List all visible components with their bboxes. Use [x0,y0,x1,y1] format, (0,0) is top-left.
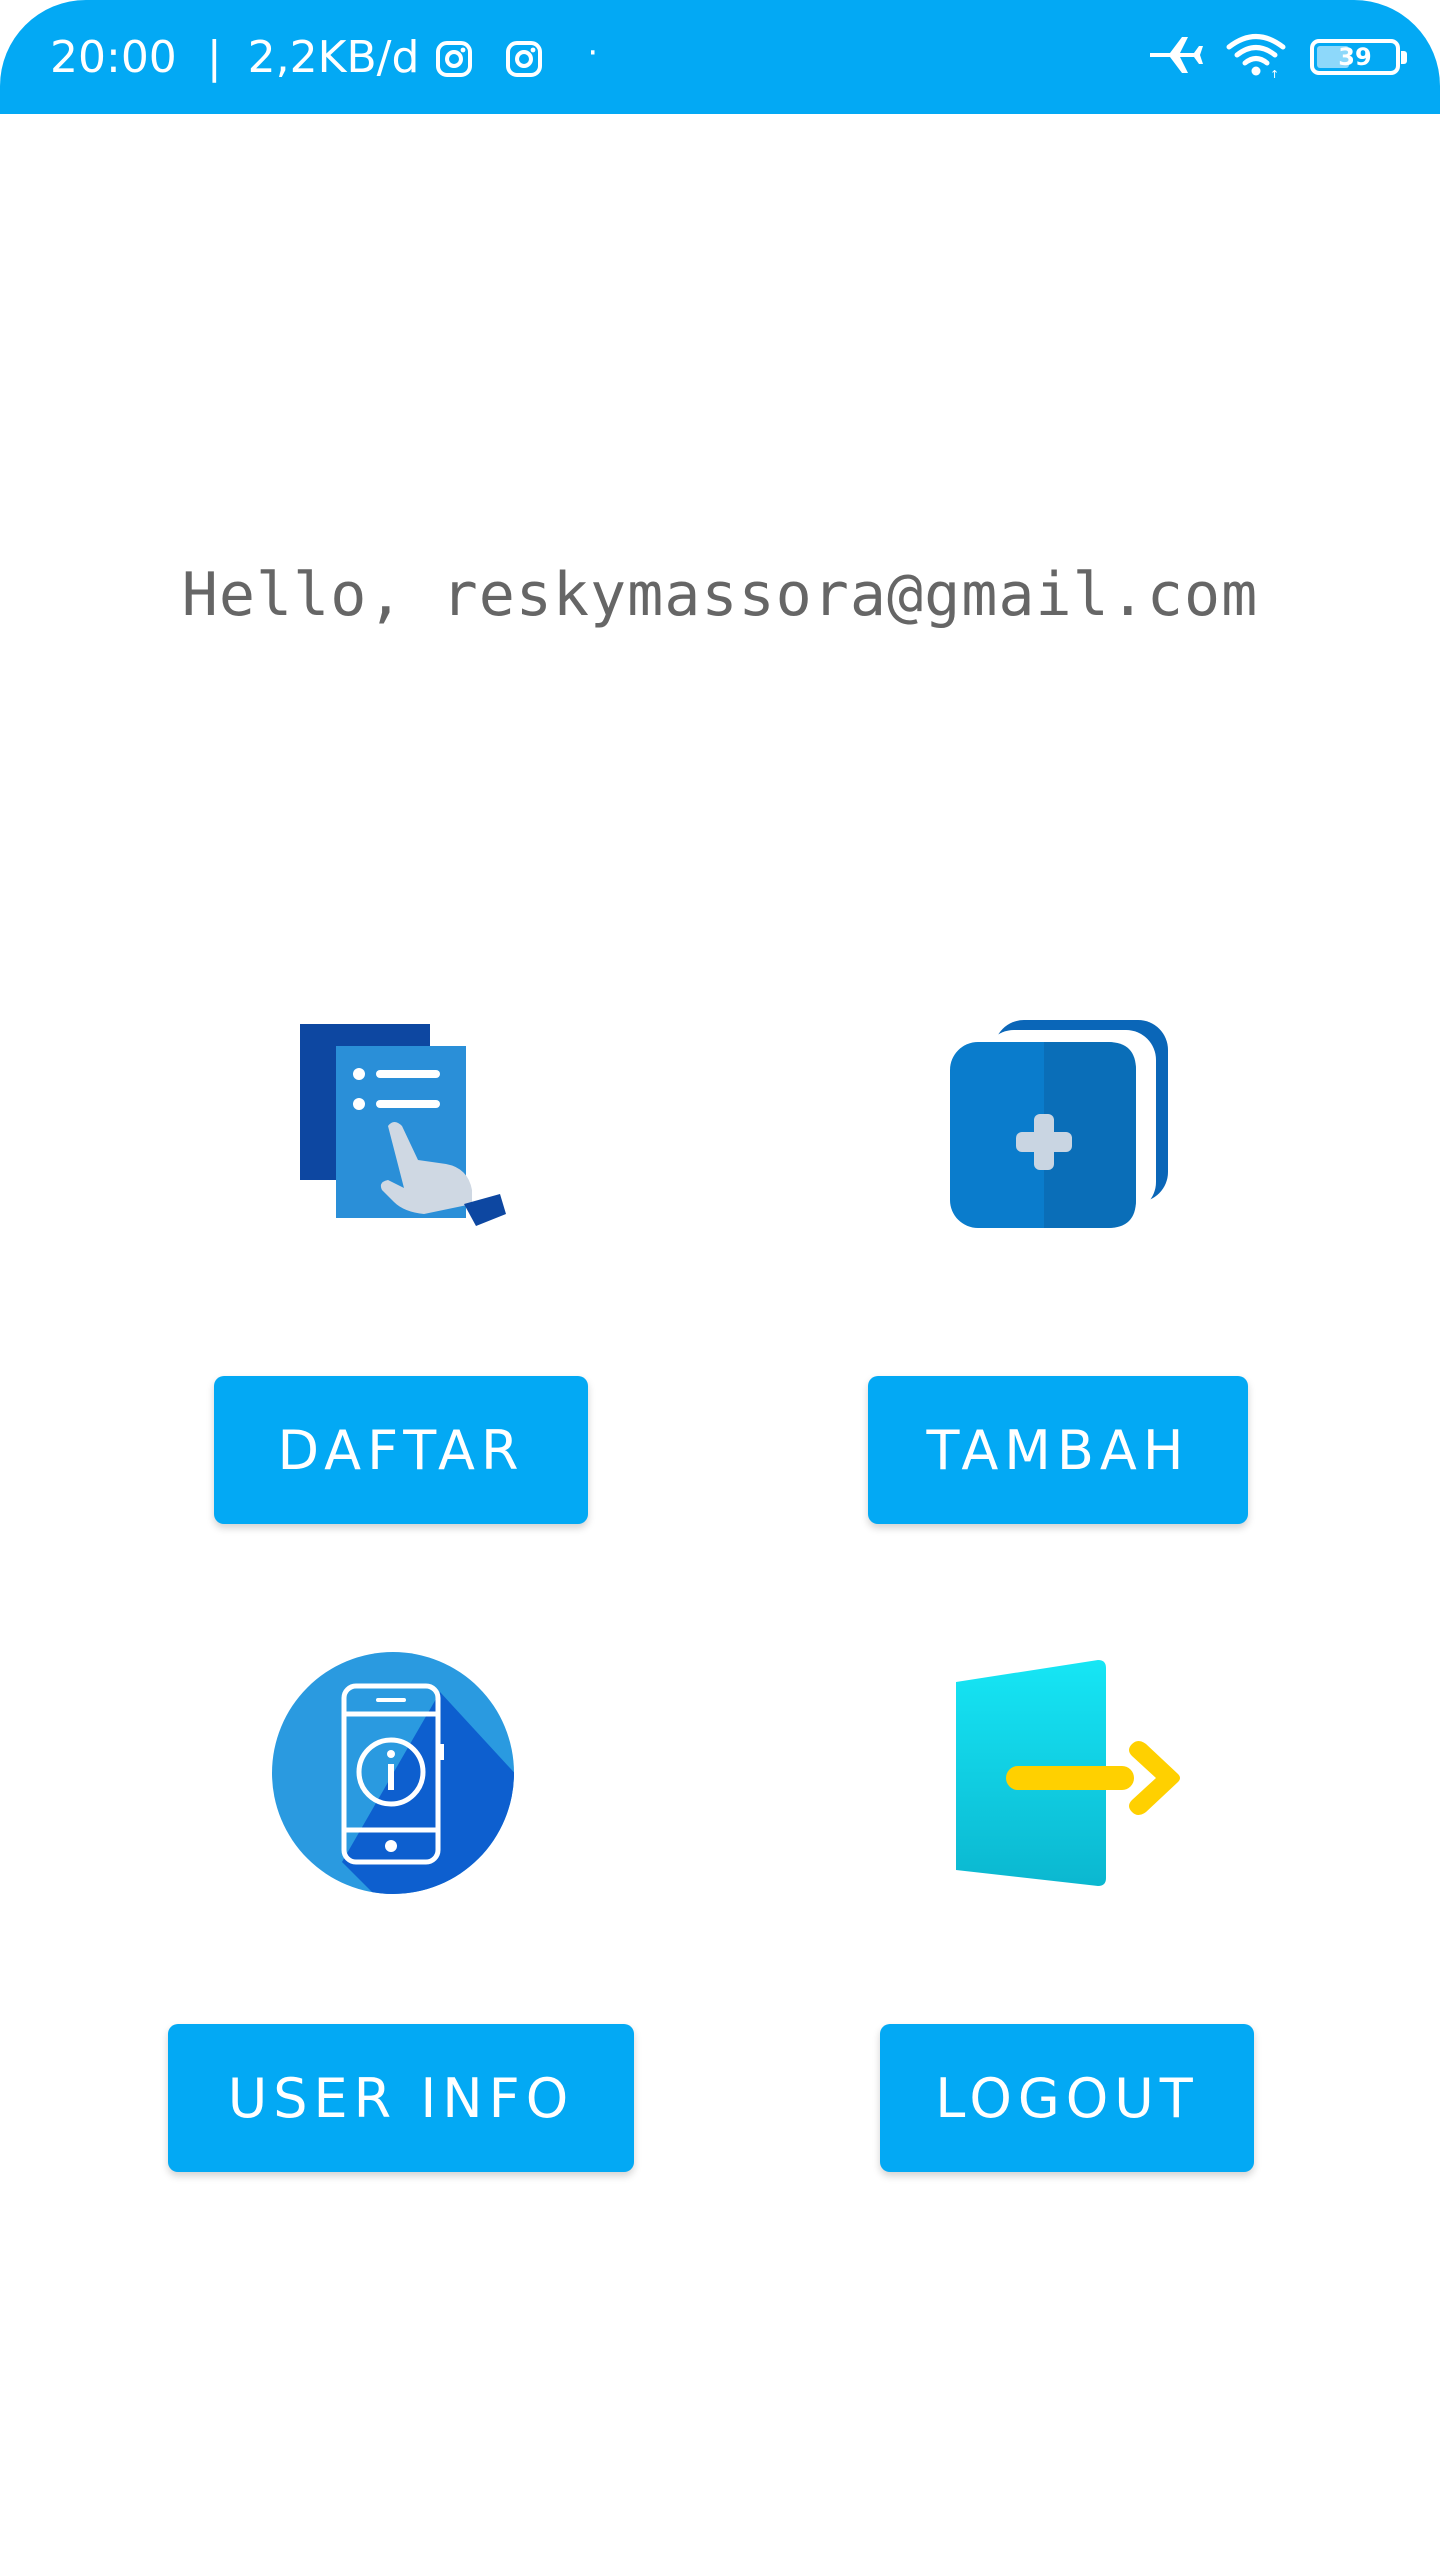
logout-button-label: LOGOUT [935,2066,1199,2130]
add-copy-icon[interactable] [948,1018,1172,1230]
greeting-text: Hello, reskymassora@gmail.com [181,560,1259,630]
tambah-button-label: TAMBAH [926,1418,1190,1482]
user-info-button-label: USER INFO [227,2066,575,2130]
daftar-button-label: DAFTAR [277,1418,525,1482]
wifi-icon: ↑ [1226,32,1286,82]
status-right: ↑ 39 [1124,0,1407,114]
battery-icon: 39 [1310,39,1407,75]
logout-door-arrow-icon[interactable] [950,1656,1186,1890]
status-left: 20:00 | 2,2KB/d · [50,0,598,114]
tambah-button[interactable]: TAMBAH [868,1376,1248,1524]
document-list-hand-icon[interactable] [296,1018,508,1230]
status-separator: | [206,31,222,83]
status-bar: 20:00 | 2,2KB/d · ↑ 39 [0,0,1440,114]
instagram-icon [435,38,473,77]
notification-dot: · [587,33,599,73]
daftar-button[interactable]: DAFTAR [214,1376,588,1524]
user-info-button[interactable]: USER INFO [168,2024,634,2172]
instagram-icon [505,38,543,77]
status-time: 20:00 [50,31,177,83]
logout-button[interactable]: LOGOUT [880,2024,1254,2172]
phone-info-icon[interactable] [272,1652,514,1894]
battery-level: 39 [1338,43,1372,71]
svg-text:↑: ↑ [1270,68,1279,78]
network-speed: 2,2KB/d [247,31,420,83]
airplane-mode-icon [1146,33,1204,81]
